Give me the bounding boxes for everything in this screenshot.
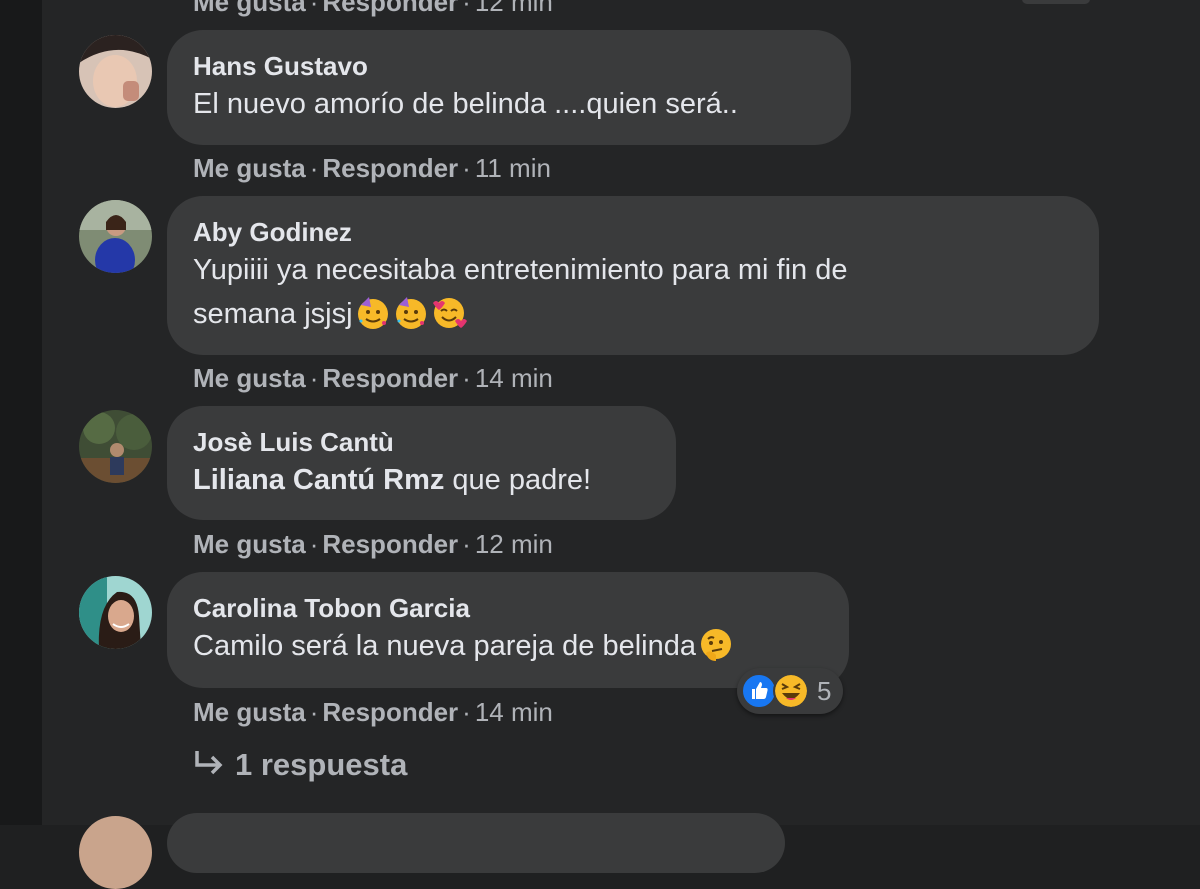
timestamp[interactable]: 12 min: [475, 0, 553, 17]
like-reaction-icon: [741, 673, 777, 709]
thinking-face-icon: [698, 627, 734, 663]
separator: ·: [462, 529, 471, 559]
separator: ·: [462, 363, 471, 393]
mention-link[interactable]: Liliana Cantú Rmz: [193, 464, 444, 496]
haha-reaction-icon: [773, 673, 809, 709]
avatar[interactable]: [79, 200, 152, 273]
comment-text-line: semana jsjsj: [193, 298, 353, 330]
comment-text-body: que padre!: [444, 464, 592, 496]
comment-text-line: Yupiiii ya necesitaba entretenimiento pa…: [193, 254, 848, 286]
comment-author[interactable]: Aby Godinez: [193, 216, 1073, 248]
timestamp[interactable]: 14 min: [475, 363, 553, 393]
comment-meta: Me gusta · Responder · 14 min: [193, 697, 553, 727]
left-edge: [0, 0, 42, 825]
like-action[interactable]: Me gusta: [193, 153, 306, 183]
reply-action[interactable]: Responder: [322, 529, 458, 559]
comment-text: Liliana Cantú Rmz que padre!: [193, 458, 650, 502]
avatar[interactable]: [79, 410, 152, 483]
smiling-face-with-hearts-icon: [431, 295, 467, 331]
partial-element-top: [1022, 0, 1090, 4]
reaction-count: 5: [817, 676, 832, 706]
comment-text-line-with-emoji: semana jsjsj: [193, 292, 1073, 336]
comment-text: El nuevo amorío de belinda ....quien ser…: [193, 88, 738, 120]
like-action[interactable]: Me gusta: [193, 697, 306, 727]
comment-author[interactable]: Josè Luis Cantù: [193, 426, 650, 458]
reply-action[interactable]: Responder: [322, 363, 458, 393]
avatar[interactable]: [79, 576, 152, 649]
separator: ·: [462, 697, 471, 727]
like-action[interactable]: Me gusta: [193, 363, 306, 393]
comment-bubble: [167, 813, 785, 873]
comment-bubble: Josè Luis Cantù Liliana Cantú Rmz que pa…: [167, 406, 676, 520]
comment-text: Camilo será la nueva pareja de belinda: [193, 630, 696, 662]
partying-face-icon: [393, 295, 429, 331]
timestamp[interactable]: 12 min: [475, 529, 553, 559]
comment-meta: Me gusta · Responder · 12 min: [193, 529, 553, 559]
timestamp[interactable]: 14 min: [475, 697, 553, 727]
separator: ·: [309, 363, 319, 393]
separator: ·: [309, 153, 319, 183]
replies-count-label: 1 respuesta: [235, 747, 408, 782]
separator: ·: [462, 0, 471, 17]
separator: ·: [309, 0, 319, 17]
comment-text-with-emoji: Camilo será la nueva pareja de belinda: [193, 624, 823, 668]
view-replies-link[interactable]: 1 respuesta: [193, 747, 407, 783]
like-action[interactable]: Me gusta: [193, 0, 306, 17]
reaction-summary[interactable]: 5: [737, 668, 843, 714]
separator: ·: [309, 529, 319, 559]
comment-meta: Me gusta · Responder · 11 min: [193, 153, 551, 183]
reply-action[interactable]: Responder: [322, 0, 458, 17]
separator: ·: [462, 153, 471, 183]
comment-author[interactable]: Hans Gustavo: [193, 50, 825, 82]
comment-author[interactable]: Carolina Tobon Garcia: [193, 592, 823, 624]
avatar[interactable]: [79, 816, 152, 889]
comment-meta: Me gusta · Responder · 14 min: [193, 363, 553, 393]
comment-meta-previous: Me gusta · Responder · 12 min: [193, 0, 553, 17]
reply-action[interactable]: Responder: [322, 697, 458, 727]
comment-bubble: Hans Gustavo El nuevo amorío de belinda …: [167, 30, 851, 145]
reply-arrow-icon: [195, 751, 223, 775]
partying-face-icon: [355, 295, 391, 331]
like-action[interactable]: Me gusta: [193, 529, 306, 559]
comment-bubble: Aby Godinez Yupiiii ya necesitaba entret…: [167, 196, 1099, 355]
timestamp[interactable]: 11 min: [475, 153, 551, 183]
separator: ·: [309, 697, 319, 727]
reply-action[interactable]: Responder: [322, 153, 458, 183]
avatar[interactable]: [79, 35, 152, 108]
